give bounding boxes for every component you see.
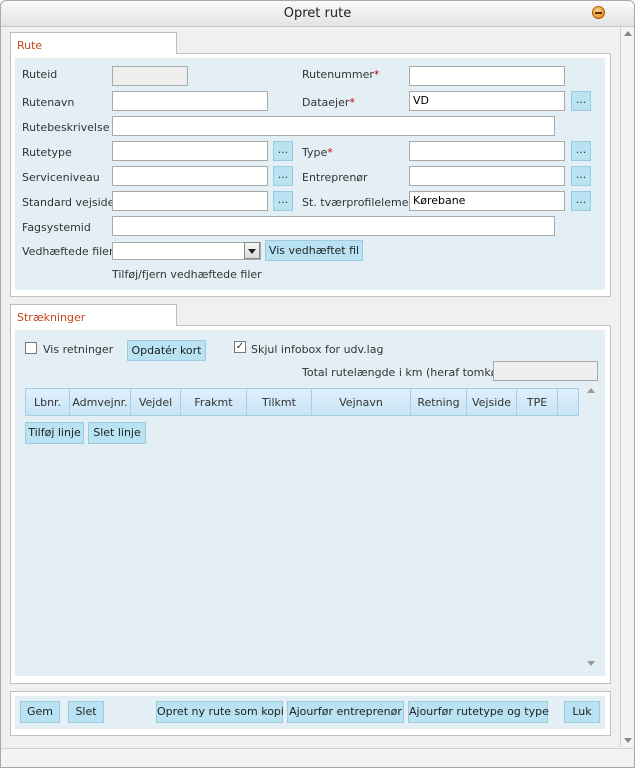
straekninger-grid: Lbnr. Admvejnr. Vejdel Frakmt Tilkmt Vej… bbox=[25, 388, 582, 668]
dataejer-browse-button[interactable]: ... bbox=[571, 91, 591, 111]
column-header[interactable]: Retning bbox=[411, 389, 467, 416]
st-tvaerprofil-field[interactable]: Kørebane bbox=[409, 191, 565, 211]
rutenavn-field[interactable] bbox=[112, 91, 268, 111]
entreprenor-field[interactable] bbox=[409, 166, 565, 186]
vis-retninger-label: Vis retninger bbox=[43, 343, 114, 356]
vedhaeftede-select[interactable] bbox=[112, 242, 261, 260]
tilfoj-fjern-text: Tilføj/fjern vedhæftede filer bbox=[112, 268, 262, 281]
total-rutelaengde-label: Total rutelængde i km (heraf tomkørsel) bbox=[302, 366, 522, 379]
grid-scrollbar[interactable] bbox=[585, 386, 597, 670]
scroll-up-icon[interactable] bbox=[587, 388, 595, 393]
column-header[interactable]: Tilkmt bbox=[247, 389, 312, 416]
ruteid-label: Ruteid bbox=[22, 68, 58, 81]
opret-kopi-button[interactable]: Opret ny rute som kopi bbox=[156, 701, 284, 723]
skjul-infobox-checkbox[interactable]: ✓ bbox=[234, 341, 246, 353]
standard-vejside-label: Standard vejside bbox=[22, 196, 115, 209]
column-header[interactable]: Frakmt bbox=[181, 389, 247, 416]
type-field[interactable] bbox=[409, 141, 565, 161]
ajourfor-entreprenor-button[interactable]: Ajourfør entreprenør bbox=[287, 701, 404, 723]
window-title: Opret rute bbox=[283, 6, 352, 21]
fagsystemid-field[interactable] bbox=[112, 216, 555, 236]
entreprenor-label: Entreprenør bbox=[302, 171, 368, 184]
tab-straekninger[interactable]: Strækninger bbox=[10, 304, 177, 326]
grid-header: Lbnr. Admvejnr. Vejdel Frakmt Tilkmt Vej… bbox=[25, 388, 579, 416]
column-header[interactable]: Vejnavn bbox=[312, 389, 411, 416]
opdater-kort-button[interactable]: Opdatér kort bbox=[127, 340, 206, 361]
rutebeskrivelse-label: Rutebeskrivelse bbox=[22, 121, 110, 134]
serviceniveau-field[interactable] bbox=[112, 166, 268, 186]
vis-vedhaeftet-button[interactable]: Vis vedhæftet fil bbox=[265, 240, 363, 261]
entreprenor-browse-button[interactable]: ... bbox=[571, 166, 591, 186]
required-mark: * bbox=[327, 146, 333, 159]
dataejer-field[interactable]: VD bbox=[409, 91, 565, 111]
type-browse-button[interactable]: ... bbox=[571, 141, 591, 161]
required-mark: * bbox=[373, 68, 380, 81]
chevron-down-icon[interactable] bbox=[244, 242, 260, 259]
tilfoj-linje-button[interactable]: Tilføj linje bbox=[25, 422, 84, 444]
dataejer-label: Dataejer* bbox=[302, 96, 355, 109]
window-scrollbar[interactable] bbox=[620, 27, 634, 747]
rutetype-label: Rutetype bbox=[22, 146, 72, 159]
column-header[interactable]: TPE bbox=[517, 389, 558, 416]
serviceniveau-label: Serviceniveau bbox=[22, 171, 100, 184]
column-header[interactable]: Admvejnr. bbox=[70, 389, 131, 416]
ruteid-field bbox=[112, 66, 188, 86]
luk-button[interactable]: Luk bbox=[564, 701, 600, 723]
rutebeskrivelse-field[interactable] bbox=[112, 116, 555, 136]
tab-rute[interactable]: Rute bbox=[10, 32, 177, 54]
horizontal-scrollbar[interactable] bbox=[1, 748, 633, 766]
vedhaeftede-label: Vedhæftede filer: bbox=[22, 245, 117, 258]
scroll-down-icon[interactable] bbox=[587, 661, 595, 666]
ajourfor-rutetype-button[interactable]: Ajourfør rutetype og type bbox=[408, 701, 549, 723]
rutenummer-field[interactable] bbox=[409, 66, 565, 86]
gem-button[interactable]: Gem bbox=[20, 701, 60, 723]
standard-vejside-field[interactable] bbox=[112, 191, 268, 211]
slet-linje-button[interactable]: Slet linje bbox=[88, 422, 146, 444]
standard-vejside-browse-button[interactable]: ... bbox=[273, 191, 293, 211]
st-tvaerprofil-browse-button[interactable]: ... bbox=[571, 191, 591, 211]
column-header[interactable]: Lbnr. bbox=[26, 389, 70, 416]
type-label: Type* bbox=[302, 146, 333, 159]
vis-retninger-checkbox[interactable] bbox=[25, 342, 37, 354]
column-header[interactable]: Vejside bbox=[467, 389, 517, 416]
scroll-up-icon[interactable] bbox=[624, 31, 632, 36]
rutetype-field[interactable] bbox=[112, 141, 268, 161]
minimize-icon[interactable] bbox=[592, 6, 605, 19]
fagsystemid-label: Fagsystemid bbox=[22, 221, 91, 234]
scroll-down-icon[interactable] bbox=[624, 738, 632, 743]
rutenummer-label: Rutenummer* bbox=[302, 68, 380, 81]
skjul-infobox-label: Skjul infobox for udv.lag bbox=[251, 343, 384, 356]
column-header[interactable]: Vejdel bbox=[131, 389, 181, 416]
st-tvaerprofil-label: St. tværprofilelement bbox=[302, 196, 420, 209]
serviceniveau-browse-button[interactable]: ... bbox=[273, 166, 293, 186]
rutetype-browse-button[interactable]: ... bbox=[273, 141, 293, 161]
total-rutelaengde-field bbox=[493, 361, 598, 381]
slet-button[interactable]: Slet bbox=[68, 701, 104, 723]
rutenavn-label: Rutenavn bbox=[22, 96, 75, 109]
required-mark: * bbox=[349, 96, 355, 109]
